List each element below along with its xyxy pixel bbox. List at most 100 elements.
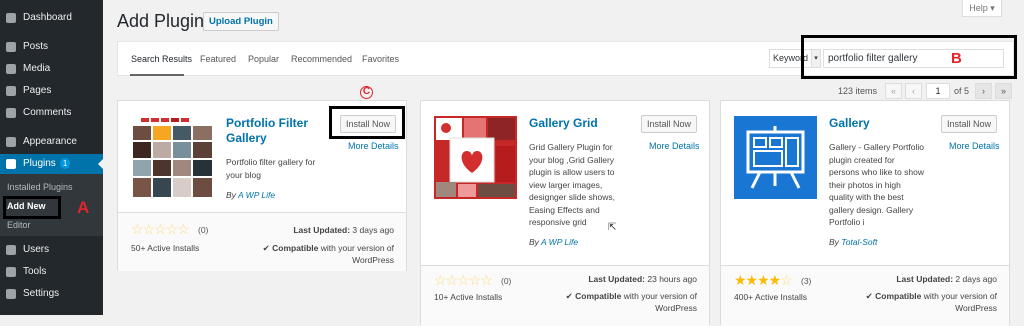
more-details-link[interactable]: More Details xyxy=(649,141,700,151)
compat-text: with your version of WordPress xyxy=(623,291,697,313)
rating-count: (0) xyxy=(198,225,209,235)
annotation-label-a: A xyxy=(77,198,90,217)
mouse-cursor-icon: ⇱ xyxy=(608,222,617,233)
tab-recommended[interactable]: Recommended xyxy=(291,54,352,64)
annotation-box-a xyxy=(3,196,61,219)
plugin-card-footer: ☆☆☆☆☆ (0) 10+ Active Installs Last Updat… xyxy=(421,265,709,326)
first-page-button[interactable]: « xyxy=(885,83,902,99)
last-updated: Last Updated: 23 hours ago xyxy=(588,274,697,284)
plugin-title-link[interactable]: Gallery Grid xyxy=(529,116,629,131)
update-count-badge: 1 xyxy=(59,158,71,169)
wrench-icon xyxy=(6,267,16,277)
plugin-title-link[interactable]: Portfolio Filter Gallery xyxy=(226,116,326,146)
sidebar-item-posts[interactable]: Posts xyxy=(0,37,103,57)
page-title: Add Plugins xyxy=(117,11,214,31)
last-updated-value: 23 hours ago xyxy=(647,274,697,284)
tab-favorites[interactable]: Favorites xyxy=(362,54,399,64)
plugin-thumbnail-gallery-grid[interactable] xyxy=(434,116,517,199)
star-rating: ☆☆☆☆☆ xyxy=(434,272,493,288)
submenu-editor[interactable]: Editor xyxy=(7,220,31,230)
brush-icon xyxy=(6,137,16,147)
sidebar-item-comments[interactable]: Comments xyxy=(0,103,103,123)
sidebar-item-label: Media xyxy=(23,63,51,74)
plugin-card-footer: ★★★★☆ (3) 400+ Active Installs Last Upda… xyxy=(721,265,1009,326)
last-updated-label: Last Updated: xyxy=(588,274,645,284)
star-rating: ☆☆☆☆☆ xyxy=(131,221,190,237)
sidebar-item-users[interactable]: Users xyxy=(0,240,103,260)
page-icon xyxy=(6,86,16,96)
plugin-title-link[interactable]: Gallery xyxy=(829,116,929,131)
admin-sidebar: Dashboard Posts Media Pages Comments App… xyxy=(0,0,103,315)
sidebar-item-dashboard[interactable]: Dashboard xyxy=(0,8,103,28)
plugin-author: By A WP Life xyxy=(529,237,578,247)
author-link[interactable]: A WP Life xyxy=(238,190,275,200)
author-link[interactable]: A WP Life xyxy=(541,237,578,247)
rating-count: (0) xyxy=(501,276,512,286)
total-pages: of 5 xyxy=(954,86,970,96)
active-tab-indicator xyxy=(130,74,184,76)
sidebar-item-label: Dashboard xyxy=(23,12,72,23)
upload-plugin-button[interactable]: Upload Plugin xyxy=(203,12,279,31)
active-installs: 10+ Active Installs xyxy=(434,292,503,302)
sidebar-item-label: Appearance xyxy=(23,136,77,147)
help-tab-button[interactable]: Help ▾ xyxy=(962,0,1002,17)
current-page-input[interactable]: 1 xyxy=(926,83,950,99)
author-prefix: By xyxy=(829,237,839,247)
compat-label: Compatible xyxy=(272,243,319,253)
users-icon xyxy=(6,245,16,255)
tab-search-results[interactable]: Search Results xyxy=(131,54,192,64)
plugin-description: Gallery - Gallery Portfolio plugin creat… xyxy=(829,142,924,227)
plugin-thumbnail-portfolio[interactable] xyxy=(131,116,214,199)
compat-label: Compatible xyxy=(575,291,622,301)
last-page-button[interactable]: » xyxy=(995,83,1012,99)
active-arrow xyxy=(98,159,103,169)
comment-icon xyxy=(6,108,16,118)
sidebar-item-tools[interactable]: Tools xyxy=(0,262,103,282)
sidebar-item-label: Users xyxy=(23,244,50,255)
last-updated-value: 3 days ago xyxy=(352,225,394,235)
compat-label: Compatible xyxy=(875,291,922,301)
plugin-description: Portfolio filter gallery for your blog xyxy=(226,157,316,180)
active-installs: 400+ Active Installs xyxy=(734,292,808,302)
annotation-box-b xyxy=(801,35,1017,79)
sidebar-item-label: Tools xyxy=(23,266,47,277)
install-now-button[interactable]: Install Now xyxy=(641,115,697,133)
plugin-author: By Total-Soft xyxy=(829,237,877,247)
plug-icon xyxy=(6,159,16,169)
more-details-link[interactable]: More Details xyxy=(949,141,1000,151)
sidebar-item-label: Pages xyxy=(23,85,52,96)
sidebar-item-media[interactable]: Media xyxy=(0,59,103,79)
plugin-card: Gallery Grid Install Now More Details Gr… xyxy=(420,100,710,326)
last-updated-label: Last Updated: xyxy=(896,274,954,284)
sidebar-item-label: Settings xyxy=(23,288,60,299)
sidebar-item-label: Comments xyxy=(23,107,72,118)
more-details-link[interactable]: More Details xyxy=(348,141,399,151)
pin-icon xyxy=(6,42,16,52)
star-rating: ★★★★☆ xyxy=(734,272,793,288)
sidebar-item-plugins[interactable]: Plugins 1 xyxy=(0,154,103,174)
plugin-card: Gallery Install Now More Details Gallery… xyxy=(720,100,1010,326)
last-updated-label: Last Updated: xyxy=(293,225,351,235)
tab-featured[interactable]: Featured xyxy=(200,54,236,64)
annotation-label-b: B xyxy=(951,50,962,67)
submenu-installed-plugins[interactable]: Installed Plugins xyxy=(7,182,73,192)
compatibility-note: ✔ Compatible with your version of WordPr… xyxy=(244,242,394,266)
media-icon xyxy=(6,64,16,74)
rating-count: (3) xyxy=(801,276,812,286)
sidebar-item-pages[interactable]: Pages xyxy=(0,81,103,101)
sidebar-item-settings[interactable]: Settings xyxy=(0,284,103,304)
tab-popular[interactable]: Popular xyxy=(248,54,279,64)
prev-page-button[interactable]: ‹ xyxy=(905,83,922,99)
plugin-thumbnail-gallery[interactable] xyxy=(734,116,817,199)
compatibility-note: ✔ Compatible with your version of WordPr… xyxy=(847,290,997,314)
dashboard-icon xyxy=(6,13,16,23)
last-updated-value: 2 days ago xyxy=(955,274,997,284)
sidebar-item-label: Plugins xyxy=(23,158,56,169)
last-updated: Last Updated: 2 days ago xyxy=(896,274,997,284)
author-link[interactable]: Total-Soft xyxy=(841,237,877,247)
check-icon: ✔ xyxy=(262,243,270,253)
next-page-button[interactable]: › xyxy=(975,83,992,99)
active-installs: 50+ Active Installs xyxy=(131,243,200,253)
sidebar-item-appearance[interactable]: Appearance xyxy=(0,132,103,152)
install-now-button[interactable]: Install Now xyxy=(941,115,997,133)
